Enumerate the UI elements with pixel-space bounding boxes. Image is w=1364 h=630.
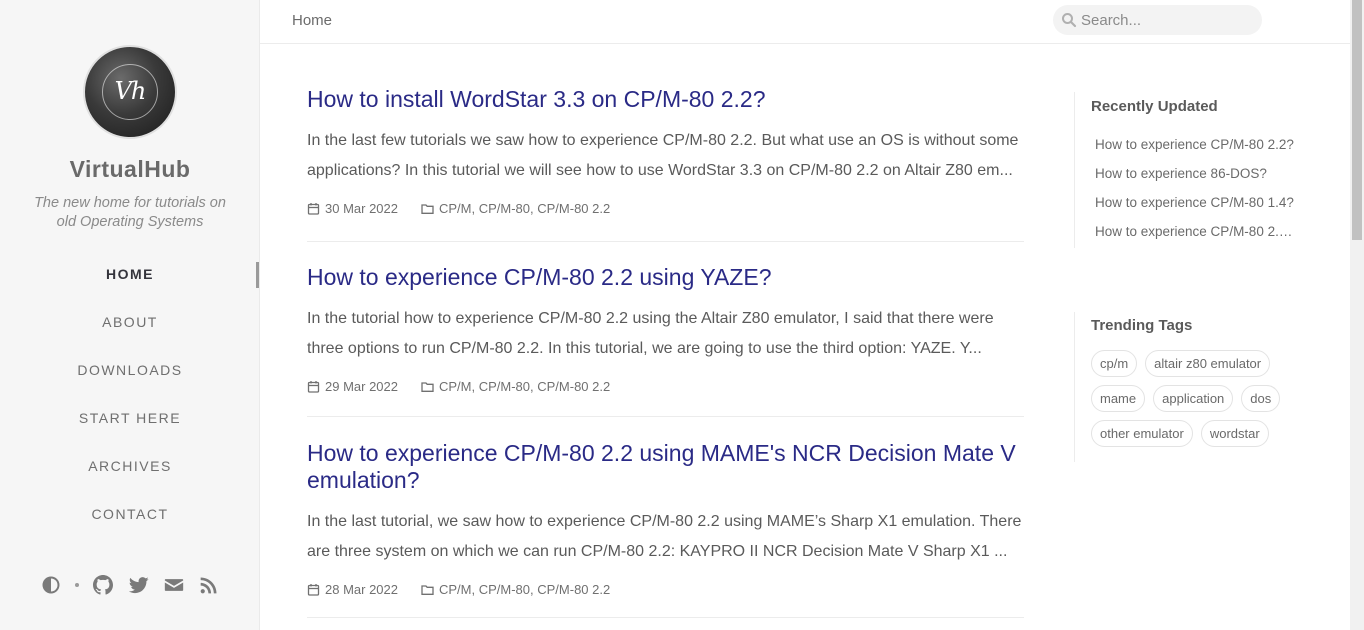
sidebar: Vh VirtualHub The new home for tutorials… xyxy=(0,0,260,630)
avatar[interactable]: Vh xyxy=(83,45,177,139)
tag-wordstar[interactable]: wordstar xyxy=(1200,420,1269,447)
tag-list: cp/m altair z80 emulator mame applicatio… xyxy=(1091,350,1291,455)
calendar-icon xyxy=(307,583,320,596)
nav-item-about[interactable]: ABOUT xyxy=(0,303,260,351)
tag-mame[interactable]: mame xyxy=(1091,385,1146,412)
recently-updated-list: How to experience CP/M-80 2.2? How to ex… xyxy=(1091,130,1304,246)
post-title[interactable]: How to experience CP/M-80 2.2 using MAME… xyxy=(307,440,1024,494)
tag-cpm[interactable]: cp/m xyxy=(1091,350,1138,377)
post-excerpt: In the last few tutorials we saw how to … xyxy=(307,132,1019,179)
page-scrollbar[interactable] xyxy=(1350,0,1364,630)
post-title[interactable]: How to experience CP/M-80 2.2 using YAZE… xyxy=(307,264,1024,291)
twitter-icon[interactable] xyxy=(128,574,150,596)
post-categories[interactable]: CP/M, CP/M-80, CP/M-80 2.2 xyxy=(439,201,610,216)
email-icon[interactable] xyxy=(163,574,185,596)
site-title[interactable]: VirtualHub xyxy=(0,156,260,183)
tag-dos[interactable]: dos xyxy=(1241,385,1281,412)
recent-item[interactable]: How to experience CP/M-80 2.2 using the … xyxy=(1095,217,1295,246)
post-item: How to install WordStar 3.3 on CP/M-80 2… xyxy=(307,86,1024,242)
folder-icon xyxy=(421,380,434,393)
calendar-icon xyxy=(307,202,320,215)
post-excerpt: In the last tutorial, we saw how to expe… xyxy=(307,513,1022,560)
search-icon xyxy=(1062,13,1077,28)
nav-item-start-here[interactable]: START HERE xyxy=(0,399,260,447)
post-categories[interactable]: CP/M, CP/M-80, CP/M-80 2.2 xyxy=(439,379,610,394)
post-excerpt: In the tutorial how to experience CP/M-8… xyxy=(307,310,994,357)
folder-icon xyxy=(421,583,434,596)
sidebar-nav: HOME ABOUT DOWNLOADS START HERE ARCHIVES… xyxy=(0,255,260,543)
nav-item-downloads[interactable]: DOWNLOADS xyxy=(0,351,260,399)
trending-tags-panel: Trending Tags cp/m altair z80 emulator m… xyxy=(1074,312,1284,462)
github-icon[interactable] xyxy=(92,574,114,596)
tag-other-emulator[interactable]: other emulator xyxy=(1091,420,1193,447)
rss-icon[interactable] xyxy=(198,574,220,596)
tag-altair-z80-emulator[interactable]: altair z80 emulator xyxy=(1145,350,1271,377)
recent-item[interactable]: How to experience 86-DOS? xyxy=(1095,159,1295,188)
post-title[interactable]: How to install WordStar 3.3 on CP/M-80 2… xyxy=(307,86,1024,113)
post-item: How to experience CP/M-80 2.2 using MAME… xyxy=(307,417,1024,618)
post-categories[interactable]: CP/M, CP/M-80, CP/M-80 2.2 xyxy=(439,582,610,597)
post-item: How to experience CP/M-80 2.2 using YAZE… xyxy=(307,242,1024,417)
separator-dot xyxy=(75,583,80,587)
scrollbar-thumb[interactable] xyxy=(1352,0,1362,240)
search-input[interactable] xyxy=(1081,9,1251,31)
post-meta: 29 Mar 2022 CP/M, CP/M-80, CP/M-80 2.2 xyxy=(307,377,1024,395)
nav-item-home[interactable]: HOME xyxy=(0,255,260,303)
recent-item[interactable]: How to experience CP/M-80 2.2? xyxy=(1095,130,1295,159)
theme-toggle-icon[interactable] xyxy=(40,574,62,596)
tag-application[interactable]: application xyxy=(1153,385,1234,412)
breadcrumb: Home xyxy=(292,12,333,29)
sidebar-bottom-icons xyxy=(40,573,220,597)
post-date: 29 Mar 2022 xyxy=(325,378,398,394)
avatar-monogram: Vh xyxy=(114,77,147,105)
search-box[interactable] xyxy=(1053,5,1262,35)
post-meta: 30 Mar 2022 CP/M, CP/M-80, CP/M-80 2.2 xyxy=(307,199,1024,217)
post-meta: 28 Mar 2022 CP/M, CP/M-80, CP/M-80 2.2 xyxy=(307,580,1024,598)
post-list: How to install WordStar 3.3 on CP/M-80 2… xyxy=(307,86,1024,618)
nav-item-archives[interactable]: ARCHIVES xyxy=(0,447,260,495)
post-date: 30 Mar 2022 xyxy=(325,200,398,216)
topbar: Home xyxy=(260,0,1350,44)
recently-updated-title: Recently Updated xyxy=(1091,98,1218,115)
calendar-icon xyxy=(307,380,320,393)
site-subtitle: The new home for tutorials on old Operat… xyxy=(34,195,226,230)
post-date: 28 Mar 2022 xyxy=(325,581,398,597)
nav-item-contact[interactable]: CONTACT xyxy=(0,495,260,543)
recent-item[interactable]: How to experience CP/M-80 1.4? xyxy=(1095,188,1295,217)
trending-tags-title: Trending Tags xyxy=(1091,317,1193,334)
folder-icon xyxy=(421,202,434,215)
recently-updated-panel: Recently Updated How to experience CP/M-… xyxy=(1074,92,1304,248)
